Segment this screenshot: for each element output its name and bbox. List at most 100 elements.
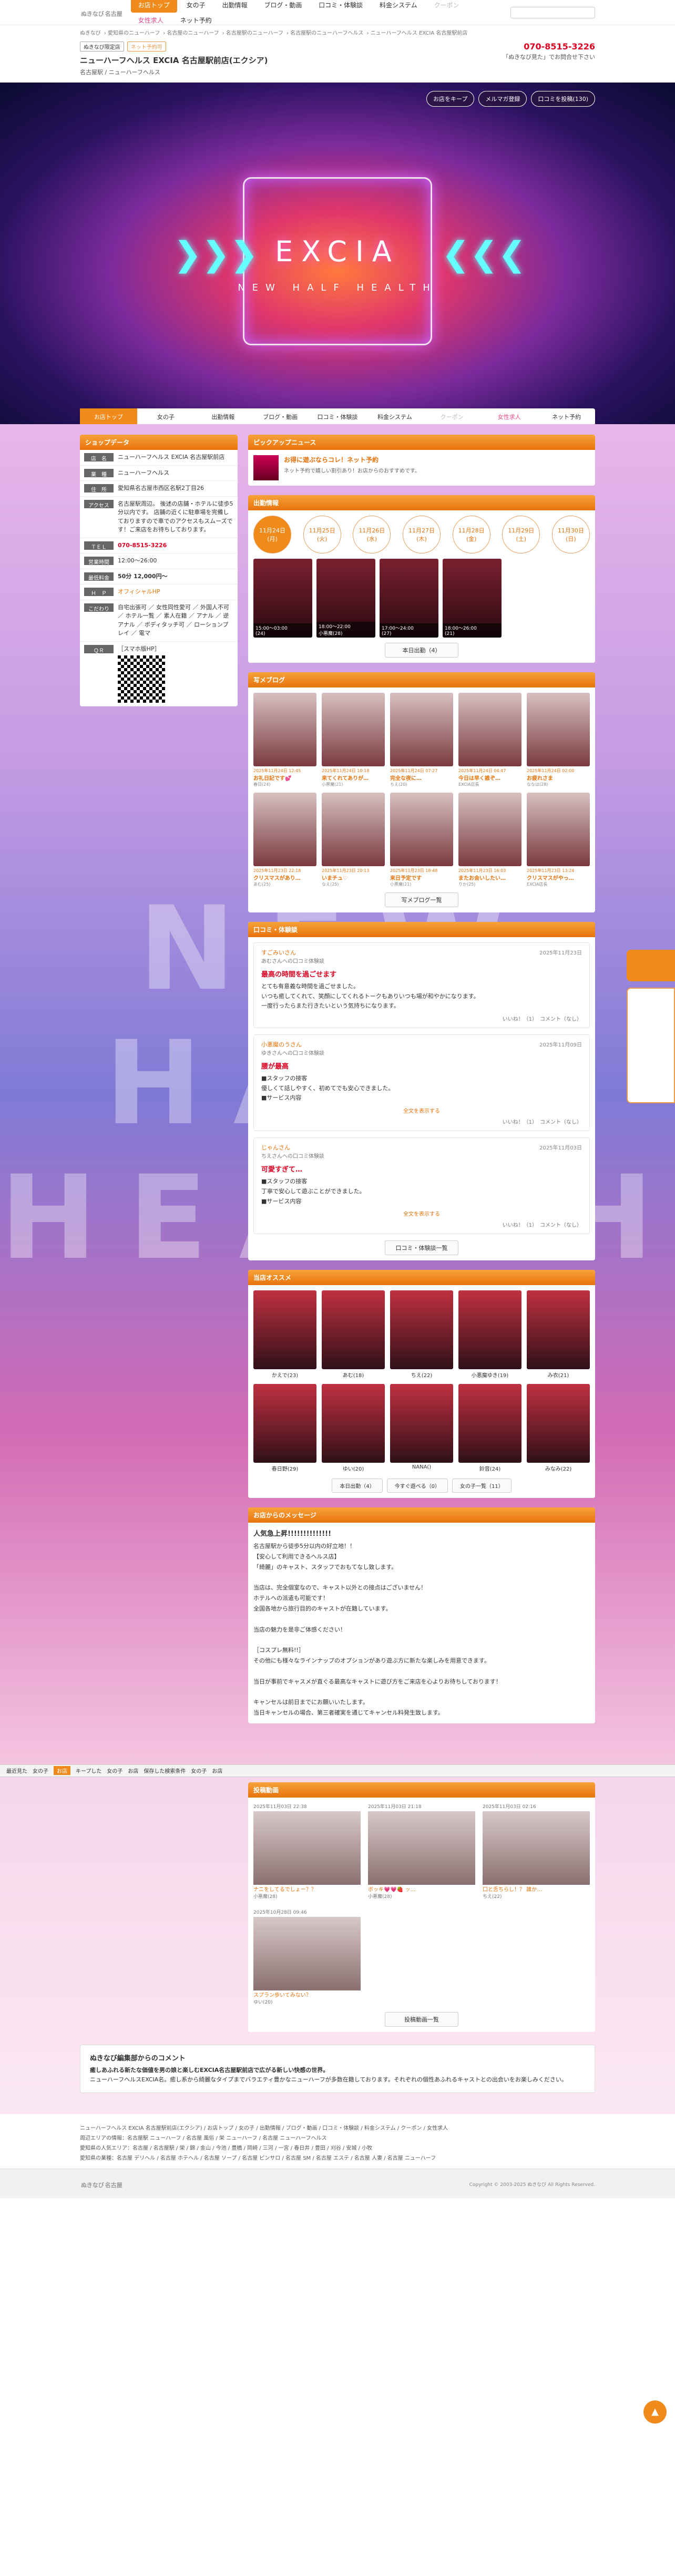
blog-item[interactable]: 2025年11月24日 04:47 今日は早く誰ぞ… EXCIA店長 xyxy=(458,693,521,787)
blog-item[interactable]: 2025年11月23日 13:24 クリスマスがやっ… EXCIA店長 xyxy=(527,793,590,887)
search-input[interactable] xyxy=(510,7,595,18)
footer-links-area[interactable]: 周辺エリアの情報：名古屋駅 ニューハーフ / 名古屋 風俗 / 栄 ニューハーフ… xyxy=(80,2133,595,2143)
girl-card[interactable]: NANA() xyxy=(390,1384,453,1472)
nav-schedule[interactable]: 出勤情報 xyxy=(214,0,254,13)
recent-girls-tab[interactable]: 女の子 xyxy=(33,1767,48,1774)
day-tab[interactable]: 11月30日 (日) xyxy=(551,516,590,553)
girl-card[interactable]: みなみ(22) xyxy=(527,1384,590,1472)
subnav-reviews[interactable]: 口コミ・体験談 xyxy=(309,408,366,424)
schedule-girl-card[interactable]: 17:00〜24:00 (27) xyxy=(380,559,438,638)
review-actions[interactable]: いいね！（1） コメント（なし） xyxy=(261,1220,582,1228)
girl-card[interactable]: あむ(18) xyxy=(322,1290,385,1379)
blog-item[interactable]: 2025年11月23日 16:03 またお会いしたい… りか(25) xyxy=(458,793,521,887)
recent-shops-tab[interactable]: お店 xyxy=(54,1766,70,1776)
blog-item[interactable]: 2025年11月24日 02:00 お疲れさま ななは(28) xyxy=(527,693,590,787)
review-actions[interactable]: いいね！（1） コメント（なし） xyxy=(261,1014,582,1022)
subnav-blog[interactable]: ブログ・動画 xyxy=(252,408,309,424)
keep-shops-tab[interactable]: お店 xyxy=(128,1767,138,1774)
schedule-girl-card[interactable]: 15:00〜03:00 (24) xyxy=(253,559,312,638)
subnav-recruit[interactable]: 女性求人 xyxy=(480,408,538,424)
footer-links-shop[interactable]: ニューハーフヘルス EXCIA 名古屋駅前店(エクシア) / お店トップ / 女… xyxy=(80,2123,595,2133)
blog-item[interactable]: 2025年11月24日 07:27 完全な夜に… ちえ(20) xyxy=(390,693,453,787)
blog-item[interactable]: 2025年11月23日 18:48 来日予定です 小悪魔(21) xyxy=(390,793,453,887)
schedule-girl-card[interactable]: 18:00〜26:00 (21) xyxy=(443,559,502,638)
movie-item[interactable]: 2025年10月28日 09:46 スプラン歩いてみない？ ゆい(20) xyxy=(253,1908,361,2007)
girl-card[interactable]: み衣(21) xyxy=(527,1290,590,1379)
girl-card[interactable]: ゆい(20) xyxy=(322,1384,385,1472)
girl-card[interactable]: 小悪魔ゆき(19) xyxy=(458,1290,521,1379)
footer-links-genre[interactable]: 愛知県の業種：名古屋 デリヘル / 名古屋 ホテヘル / 名古屋 ソープ / 名… xyxy=(80,2153,595,2163)
site-logo[interactable]: ぬきなび 名古屋 xyxy=(80,7,122,18)
show-full-review-button[interactable]: 全文を表示する xyxy=(261,1209,582,1217)
day-tab[interactable]: 11月27日 (木) xyxy=(402,516,441,553)
nav-price[interactable]: 料金システム xyxy=(372,0,425,13)
today-schedule-button[interactable]: 本日出勤（4） xyxy=(385,643,458,658)
nav-shop-top[interactable]: お店トップ xyxy=(130,0,177,13)
subnav-schedule[interactable]: 出勤情報 xyxy=(195,408,252,424)
breadcrumb-item[interactable]: 名古屋駅のニューハーフ xyxy=(226,30,283,36)
reviewer-name[interactable]: すごみいさん xyxy=(261,948,582,957)
today-working-button[interactable]: 本日出勤（4） xyxy=(332,1479,383,1493)
subnav-girls[interactable]: 女の子 xyxy=(137,408,195,424)
available-now-button[interactable]: 今すぐ遊べる（0） xyxy=(386,1479,448,1493)
blog-list-button[interactable]: 写メブログ一覧 xyxy=(385,892,458,907)
blog-item[interactable]: 2025年11月23日 20:13 いまチュ♡ なえ(25) xyxy=(322,793,385,887)
subnav-price[interactable]: 料金システム xyxy=(366,408,423,424)
side-banner-2[interactable] xyxy=(627,988,675,1103)
nav-coupon[interactable]: クーポン xyxy=(426,0,466,13)
review-date: 2025年11月09日 xyxy=(539,1042,582,1049)
movie-item[interactable]: 2025年11月03日 21:18 ボッキ💗💗🍓 ッ… 小悪魔(28) xyxy=(368,1803,475,1901)
blog-item[interactable]: 2025年11月24日 10:18 来てくれてありが… 小悪魔(21) xyxy=(322,693,385,787)
day-tab[interactable]: 11月24日 (月) xyxy=(253,516,291,553)
keep-shop-button[interactable]: お店をキープ xyxy=(426,91,475,107)
girl-card[interactable]: 鈴音(24) xyxy=(458,1384,521,1472)
day-tab[interactable]: 11月26日 (水) xyxy=(353,516,391,553)
day-tab[interactable]: 11月25日 (火) xyxy=(303,516,341,553)
girl-photo xyxy=(253,1384,316,1463)
news-headline[interactable]: お得に遊ぶならコレ！ネット予約 xyxy=(284,455,420,464)
footer-logo[interactable]: ぬきなび 名古屋 xyxy=(80,2179,122,2190)
girl-card[interactable]: ちえ(22) xyxy=(390,1290,453,1379)
blog-item[interactable]: 2025年11月24日 12:45 お礼日記です💕 春日(24) xyxy=(253,693,316,787)
back-to-top-button[interactable]: ▲ xyxy=(643,2400,667,2424)
subnav-net-reserve[interactable]: ネット予約 xyxy=(538,408,595,424)
post-review-button[interactable]: 口コミを投稿(130) xyxy=(531,91,595,107)
breadcrumb-item[interactable]: 名古屋駅のニューハーフヘルス xyxy=(290,30,363,36)
keep-girls-tab[interactable]: 女の子 xyxy=(107,1767,122,1774)
girl-card[interactable]: 春日野(29) xyxy=(253,1384,316,1472)
subnav-shop-top[interactable]: お店トップ xyxy=(80,408,137,424)
blog-item[interactable]: 2025年11月23日 22:18 クリスマスがあり… あむ(25) xyxy=(253,793,316,887)
newsletter-button[interactable]: メルマガ登録 xyxy=(478,91,527,107)
info-value[interactable]: 070-8515-3226 xyxy=(118,541,233,550)
nav-reviews[interactable]: 口コミ・体験談 xyxy=(311,0,370,13)
saved-girls-tab[interactable]: 女の子 xyxy=(191,1767,207,1774)
phone-number[interactable]: 070-8515-3226 xyxy=(524,42,595,52)
schedule-girl-card[interactable]: 18:00〜22:00 小悪魔(28) xyxy=(316,559,375,638)
reviews-list-button[interactable]: 口コミ・体験談一覧 xyxy=(385,1240,458,1256)
girl-card[interactable]: かえで(23) xyxy=(253,1290,316,1379)
movie-list-button[interactable]: 投稿動画一覧 xyxy=(385,2011,458,2027)
nav-girls[interactable]: 女の子 xyxy=(179,0,213,13)
movie-item[interactable]: 2025年11月03日 02:16 口と舌ちらし！？ 誰か… ちえ(22) xyxy=(483,1803,590,1901)
review-actions[interactable]: いいね！（1） コメント（なし） xyxy=(261,1117,582,1125)
nav-blog[interactable]: ブログ・動画 xyxy=(257,0,309,13)
reviewer-name[interactable]: じゃんさん xyxy=(261,1143,582,1152)
show-full-review-button[interactable]: 全文を表示する xyxy=(261,1106,582,1114)
girls-list-button[interactable]: 女の子一覧（11） xyxy=(452,1479,512,1493)
shop-tel: 070-8515-3226 「ぬきなび見た」でお問合せ下さい xyxy=(503,42,595,61)
breadcrumb-item[interactable]: 愛知県のニューハーフ xyxy=(108,30,160,36)
saved-shops-tab[interactable]: お店 xyxy=(212,1767,222,1774)
info-value: ニューハーフヘルス xyxy=(118,469,170,476)
footer-links-pref[interactable]: 愛知県の人気エリア：名古屋 / 名古屋駅 / 栄 / 錦 / 金山 / 今池 /… xyxy=(80,2143,595,2153)
day-tab[interactable]: 11月28日 (金) xyxy=(452,516,490,553)
breadcrumb-item[interactable]: ぬきなび xyxy=(80,30,101,36)
breadcrumb-item[interactable]: 名古屋のニューハーフ xyxy=(167,30,219,36)
subnav-coupon[interactable]: クーポン xyxy=(423,408,480,424)
side-banner-1[interactable] xyxy=(627,950,675,981)
reviewer-name[interactable]: 小悪魔のうさん xyxy=(261,1040,582,1049)
official-hp-link[interactable]: オフィシャルHP xyxy=(118,588,233,597)
day-tab[interactable]: 11月29日 (土) xyxy=(502,516,540,553)
girl-photo xyxy=(390,1384,453,1463)
movie-item[interactable]: 2025年11月03日 22:38 ナニをしてるでしょー？？ 小悪魔(28) xyxy=(253,1803,361,1901)
news-thumb[interactable] xyxy=(253,455,279,480)
